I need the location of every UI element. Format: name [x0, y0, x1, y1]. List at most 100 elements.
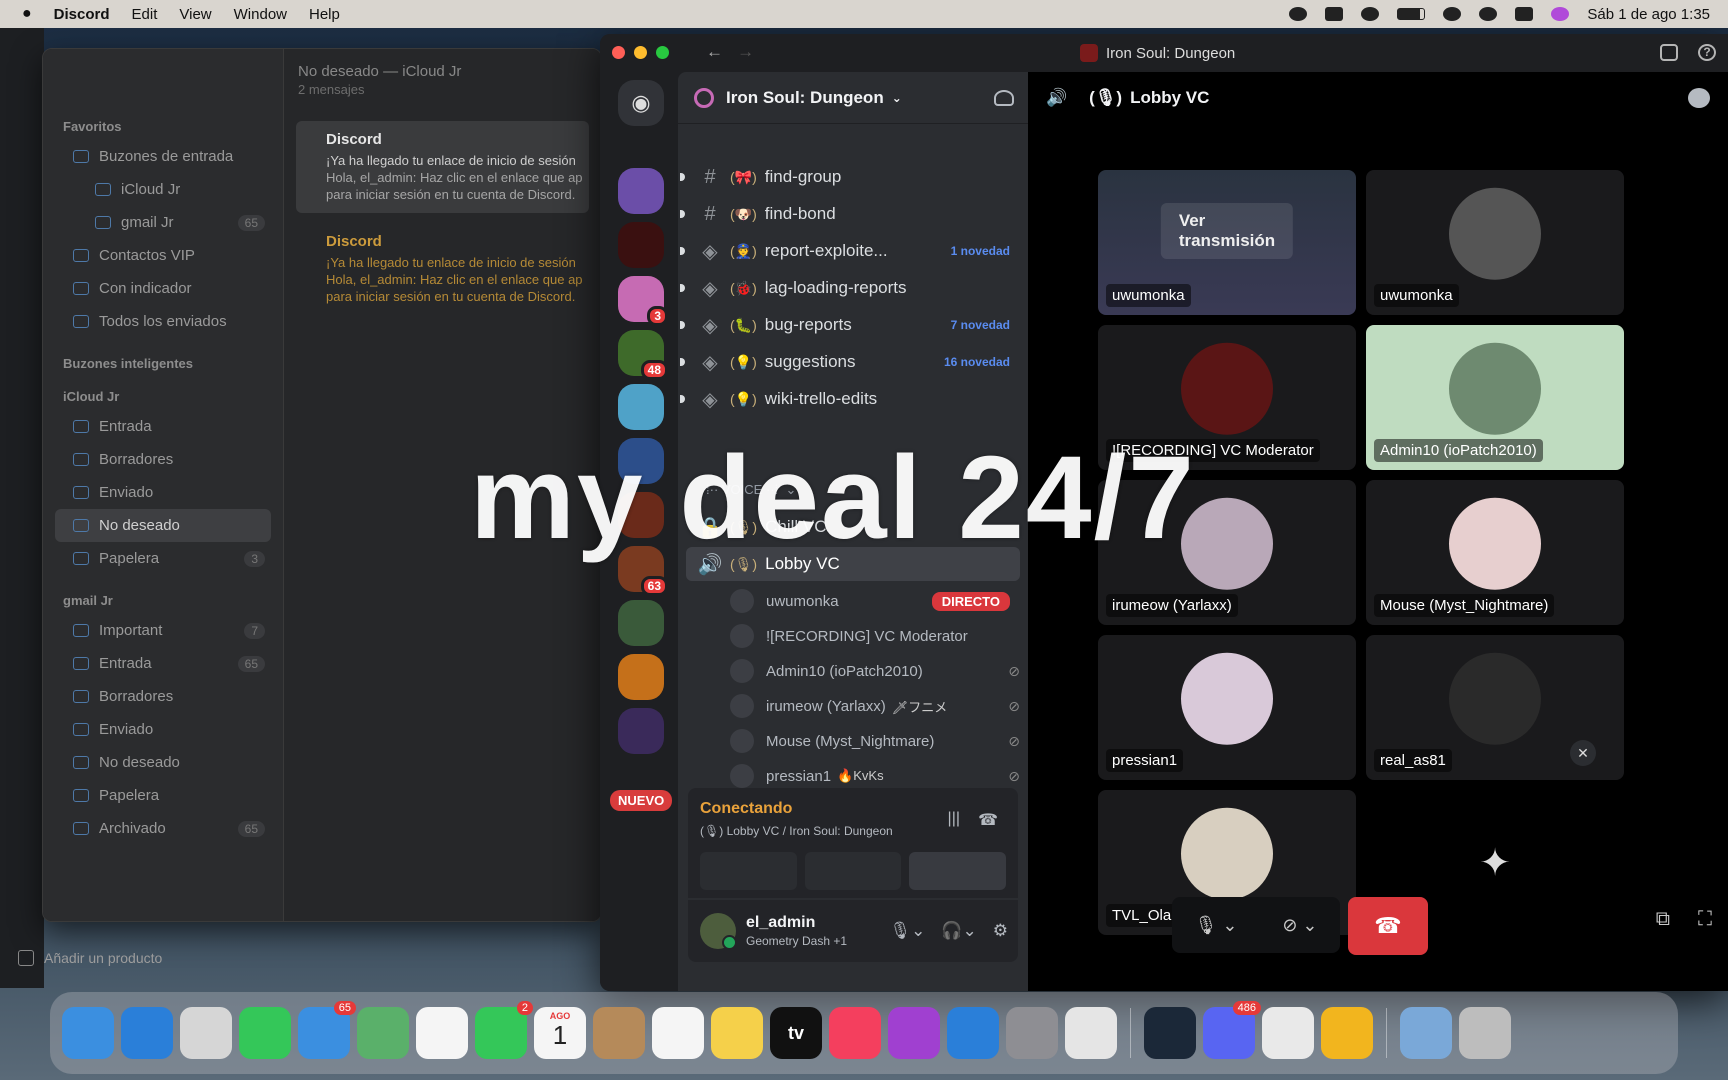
channel-item[interactable]: ◈ (👮) report-exploite... 1 novedad — [680, 234, 1020, 268]
participant-tile[interactable]: Admin10 (ioPatch2010) — [1366, 325, 1624, 470]
disconnect-icon[interactable]: ☎ — [978, 810, 998, 830]
mailbox-item[interactable]: Contactos VIP — [55, 239, 271, 272]
add-member-icon[interactable] — [994, 89, 1014, 106]
photos-icon[interactable] — [416, 1007, 468, 1059]
discord-icon[interactable]: 486 — [1203, 1001, 1261, 1059]
calendar-icon[interactable]: AGO 1 — [534, 1007, 586, 1059]
mailbox-item[interactable]: Important 7 — [55, 614, 271, 647]
channel-item[interactable]: ◈ (💡) wiki-trello-edits — [680, 382, 1020, 416]
voice-user[interactable]: irumeow (Yarlaxx) 🗡フニメ ⊘ — [730, 689, 1020, 723]
battery-icon[interactable] — [1397, 8, 1426, 20]
messages-icon[interactable] — [239, 1007, 291, 1059]
mailbox-item[interactable]: Enviado — [55, 476, 271, 509]
finder-icon[interactable] — [62, 1007, 114, 1059]
channel-item[interactable]: # (🎀) find-group — [680, 160, 1020, 194]
channel-item[interactable]: # (🐶) find-bond — [680, 197, 1020, 231]
contacts-icon[interactable] — [593, 1007, 645, 1059]
server-icon[interactable] — [618, 222, 664, 268]
channel-item[interactable]: ◈ (💡) suggestions 16 novedad — [680, 345, 1020, 379]
microphone-icon[interactable]: 🎙⌄ — [890, 921, 926, 941]
server-icon[interactable]: 3 — [618, 276, 668, 326]
steam-icon[interactable] — [1144, 1007, 1196, 1059]
close-window-button[interactable] — [612, 46, 625, 59]
mailbox-item[interactable]: iCloud Jr — [55, 173, 271, 206]
participant-tile[interactable]: Mouse (Myst_Nightmare) — [1366, 480, 1624, 625]
participant-tile[interactable]: Ver transmisión uwumonka — [1098, 170, 1356, 315]
server-icon[interactable]: 48 — [618, 330, 668, 380]
apple-icon[interactable]: ● — [22, 5, 32, 23]
appstore-icon[interactable] — [947, 1007, 999, 1059]
activities-button[interactable] — [909, 852, 1007, 890]
mail-message[interactable]: Discord ¡Ya ha llegado tu enlace de inic… — [296, 223, 589, 315]
menu-window[interactable]: Window — [234, 6, 287, 23]
add-product-button[interactable]: Añadir un producto — [18, 950, 162, 966]
facetime-icon[interactable]: 2 — [475, 1001, 533, 1059]
back-arrow-icon[interactable]: ← — [706, 42, 723, 61]
mail-message[interactable]: Discord ¡Ya ha llegado tu enlace de inic… — [296, 121, 589, 213]
popout-icon[interactable]: ⧉ — [1656, 908, 1670, 931]
server-icon[interactable] — [618, 600, 664, 646]
channel-item[interactable]: ◈ (🐞) lag-loading-reports — [680, 271, 1020, 305]
mailbox-item[interactable]: Con indicador — [55, 272, 271, 305]
trash-icon[interactable] — [1459, 1007, 1511, 1059]
roblox-icon[interactable] — [1065, 1007, 1117, 1059]
server-header[interactable]: Iron Soul: Dungeon ⌄ — [678, 72, 1028, 124]
mailbox-item[interactable]: Archivado 65 — [55, 812, 271, 845]
mailbox-item[interactable]: Entrada 65 — [55, 647, 271, 680]
channel-item[interactable]: ◈ (🐛) bug-reports 7 novedad — [680, 308, 1020, 342]
maps-icon[interactable] — [357, 1007, 409, 1059]
geometry-dash-icon[interactable] — [1321, 1007, 1373, 1059]
help-icon[interactable]: ? — [1698, 44, 1716, 61]
time-machine-icon[interactable] — [1361, 7, 1380, 21]
chat-bubble-icon[interactable] — [1688, 88, 1710, 108]
server-icon[interactable] — [618, 384, 664, 430]
wifi-icon[interactable] — [1443, 7, 1462, 21]
call-camera-off-icon[interactable]: ⊘ ⌄ — [1282, 915, 1317, 936]
voice-user[interactable]: ![RECORDING] VC Moderator — [730, 619, 1020, 653]
minimize-window-button[interactable] — [634, 46, 647, 59]
menu-view[interactable]: View — [179, 6, 211, 23]
forward-arrow-icon[interactable]: → — [737, 42, 754, 61]
notes-icon[interactable] — [711, 1007, 763, 1059]
reminders-icon[interactable] — [652, 1007, 704, 1059]
screen-share-button[interactable] — [804, 852, 902, 890]
settings-icon[interactable] — [1006, 1007, 1058, 1059]
podcasts-icon[interactable] — [888, 1007, 940, 1059]
folder-icon[interactable] — [1400, 1007, 1452, 1059]
noise-suppression-icon[interactable]: ||| — [948, 810, 960, 828]
safari-icon[interactable] — [121, 1007, 173, 1059]
discord-home-button[interactable]: ◉ — [618, 80, 664, 126]
mailbox-item[interactable]: Papelera 3 — [55, 542, 271, 575]
mailbox-item[interactable]: Todos los enviados — [55, 305, 271, 338]
window-traffic-lights[interactable] — [612, 46, 669, 59]
gear-icon[interactable]: ⚙ — [993, 921, 1008, 941]
hang-up-button[interactable]: ☎ — [1348, 897, 1428, 955]
tv-icon[interactable]: tv — [770, 1007, 822, 1059]
menu-help[interactable]: Help — [309, 6, 340, 23]
voice-user[interactable]: uwumonka DIRECTO — [730, 584, 1020, 618]
menu-clock[interactable]: Sáb 1 de ago 1:35 — [1587, 6, 1710, 23]
fullscreen-icon[interactable]: ⛶ — [1698, 908, 1712, 931]
close-icon[interactable]: ✕ — [1570, 740, 1596, 766]
mailbox-item[interactable]: gmail Jr 65 — [55, 206, 271, 239]
mailbox-item[interactable]: Borradores — [55, 443, 271, 476]
mailbox-item[interactable]: Borradores — [55, 680, 271, 713]
launchpad-icon[interactable] — [180, 1007, 232, 1059]
dropbox-icon[interactable] — [1325, 7, 1344, 21]
zoom-window-button[interactable] — [656, 46, 669, 59]
chrome-icon[interactable] — [1262, 1007, 1314, 1059]
voice-user[interactable]: Admin10 (ioPatch2010) ⊘ — [730, 654, 1020, 688]
participant-tile[interactable]: pressian1 — [1098, 635, 1356, 780]
server-icon[interactable] — [618, 168, 664, 214]
menu-edit[interactable]: Edit — [132, 6, 158, 23]
server-icon[interactable] — [618, 654, 664, 700]
voice-user[interactable]: Mouse (Myst_Nightmare) ⊘ — [730, 724, 1020, 758]
headphones-icon[interactable]: 🎧⌄ — [941, 921, 976, 941]
participant-tile[interactable]: uwumonka — [1366, 170, 1624, 315]
record-icon[interactable] — [1289, 7, 1308, 21]
new-badge[interactable]: NUEVO — [610, 790, 673, 811]
server-icon[interactable] — [618, 708, 664, 754]
mail-icon[interactable]: 65 — [298, 1001, 356, 1059]
mailbox-item[interactable]: No deseado — [55, 746, 271, 779]
music-icon[interactable] — [829, 1007, 881, 1059]
